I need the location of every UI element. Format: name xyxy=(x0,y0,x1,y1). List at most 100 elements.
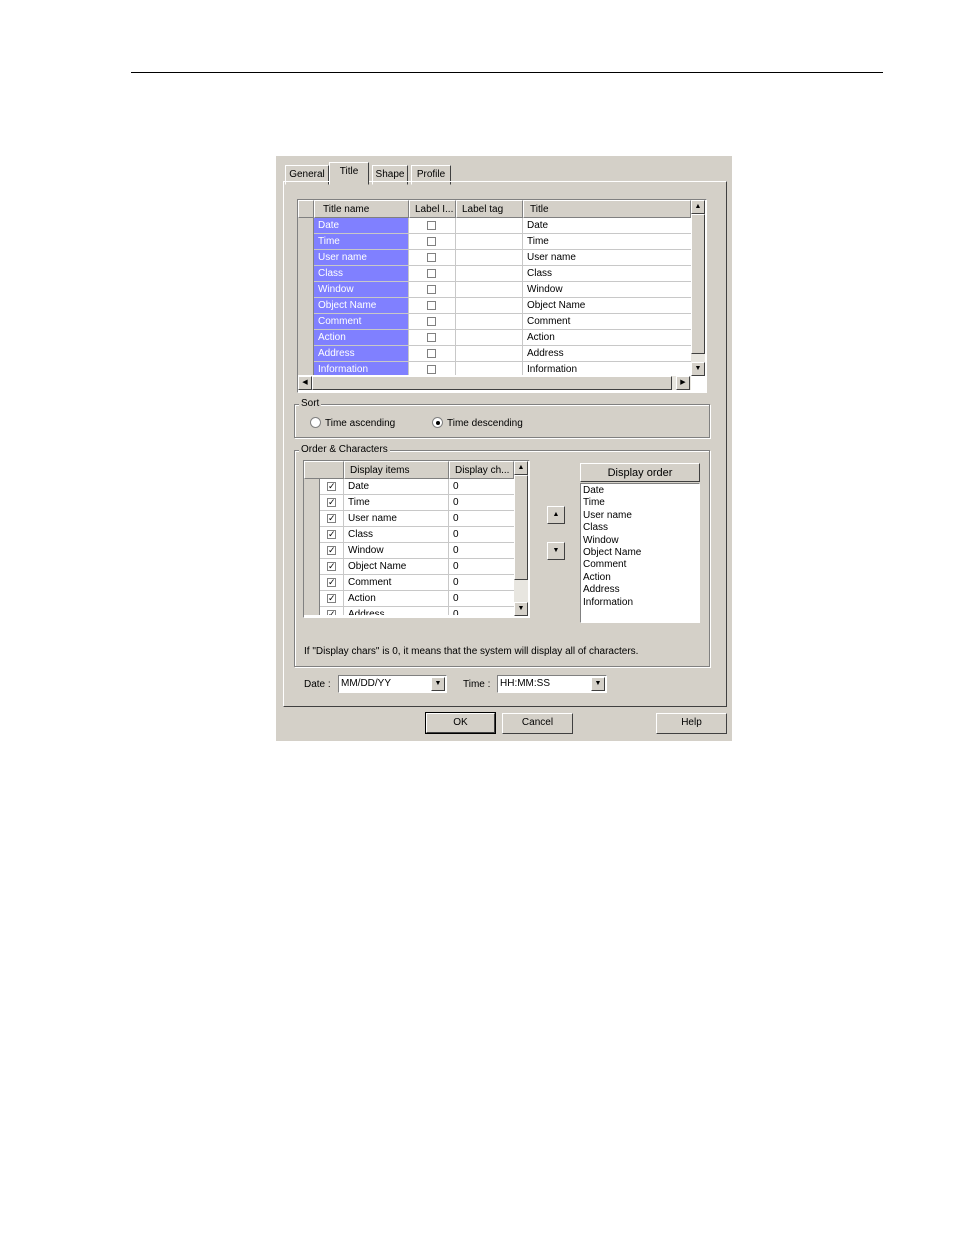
triangle-left-icon[interactable]: ◀ xyxy=(298,376,312,390)
display-check-cell[interactable] xyxy=(320,607,344,615)
title-cell[interactable]: Date xyxy=(523,218,691,234)
table-row[interactable]: Class Class xyxy=(298,266,691,282)
table-row[interactable]: Time Time xyxy=(298,234,691,250)
display-chars-cell[interactable]: 0 xyxy=(449,607,514,615)
label-i-cell[interactable] xyxy=(409,314,456,330)
radio-time-ascending[interactable] xyxy=(310,417,321,428)
label-i-cell[interactable] xyxy=(409,218,456,234)
label-i-cell[interactable] xyxy=(409,282,456,298)
checkbox[interactable] xyxy=(427,221,436,230)
time-format-select[interactable]: HH:MM:SS ▼ xyxy=(497,675,607,693)
triangle-down-icon[interactable]: ▼ xyxy=(691,362,705,376)
column-header-title[interactable]: Title xyxy=(523,200,691,218)
table-row[interactable]: Window0 xyxy=(304,543,514,559)
cancel-button[interactable]: Cancel xyxy=(502,713,573,734)
scroll-thumb[interactable] xyxy=(514,475,528,580)
help-button[interactable]: Help xyxy=(656,713,727,734)
checkbox[interactable] xyxy=(327,496,336,508)
title-cell[interactable]: Comment xyxy=(523,314,691,330)
title-cell[interactable]: Window xyxy=(523,282,691,298)
triangle-up-icon[interactable]: ▲ xyxy=(514,461,528,475)
title-cell[interactable]: Action xyxy=(523,330,691,346)
table-row[interactable]: Object Name Object Name xyxy=(298,298,691,314)
display-check-cell[interactable] xyxy=(320,575,344,591)
list-item[interactable]: Time xyxy=(581,497,699,509)
table-row[interactable]: Time0 xyxy=(304,495,514,511)
label-i-cell[interactable] xyxy=(409,298,456,314)
display-item-cell[interactable]: Time xyxy=(344,495,449,511)
title-name-cell[interactable]: Time xyxy=(314,234,409,250)
list-item[interactable]: Information xyxy=(581,597,699,609)
label-tag-cell[interactable] xyxy=(456,266,523,282)
list-item[interactable]: User name xyxy=(581,510,699,522)
title-name-cell[interactable]: Object Name xyxy=(314,298,409,314)
display-chars-cell[interactable]: 0 xyxy=(449,527,514,543)
triangle-up-icon[interactable]: ▲ xyxy=(691,200,705,214)
title-name-cell[interactable]: Date xyxy=(314,218,409,234)
checkbox[interactable] xyxy=(327,528,336,540)
table-row[interactable]: Window Window xyxy=(298,282,691,298)
checkbox[interactable] xyxy=(427,269,436,278)
label-i-cell[interactable] xyxy=(409,330,456,346)
checkbox[interactable] xyxy=(427,285,436,294)
list-item[interactable]: Class xyxy=(581,522,699,534)
table-row[interactable]: Class0 xyxy=(304,527,514,543)
label-tag-cell[interactable] xyxy=(456,218,523,234)
column-header-display-chars[interactable]: Display ch... xyxy=(449,461,514,479)
table-row[interactable]: Action Action xyxy=(298,330,691,346)
title-cell[interactable]: Information xyxy=(523,362,691,375)
title-grid-hscroll[interactable]: ◀ ▶ xyxy=(298,376,691,390)
label-tag-cell[interactable] xyxy=(456,346,523,362)
table-row[interactable]: Date Date xyxy=(298,218,691,234)
tab-title[interactable]: Title xyxy=(329,162,369,185)
title-name-cell[interactable]: Information xyxy=(314,362,409,375)
title-cell[interactable]: User name xyxy=(523,250,691,266)
display-check-cell[interactable] xyxy=(320,559,344,575)
column-header-display-items[interactable]: Display items xyxy=(344,461,449,479)
label-i-cell[interactable] xyxy=(409,234,456,250)
label-tag-cell[interactable] xyxy=(456,234,523,250)
display-item-cell[interactable]: Comment xyxy=(344,575,449,591)
checkbox[interactable] xyxy=(327,608,336,615)
radio-time-descending[interactable] xyxy=(432,417,443,428)
table-row[interactable]: Address0 xyxy=(304,607,514,615)
checkbox[interactable] xyxy=(427,333,436,342)
display-check-cell[interactable] xyxy=(320,527,344,543)
display-order-button[interactable]: Display order xyxy=(580,463,700,482)
column-header-label-tag[interactable]: Label tag xyxy=(456,200,523,218)
display-order-list[interactable]: Date Time User name Class Window Object Name C… xyxy=(580,483,700,623)
table-row[interactable]: Comment Comment xyxy=(298,314,691,330)
checkbox[interactable] xyxy=(427,301,436,310)
move-down-button[interactable]: ▼ xyxy=(547,542,565,560)
label-i-cell[interactable] xyxy=(409,250,456,266)
display-check-cell[interactable] xyxy=(320,495,344,511)
display-check-cell[interactable] xyxy=(320,543,344,559)
display-check-cell[interactable] xyxy=(320,591,344,607)
title-cell[interactable]: Address xyxy=(523,346,691,362)
title-name-cell[interactable]: User name xyxy=(314,250,409,266)
display-chars-cell[interactable]: 0 xyxy=(449,559,514,575)
label-i-cell[interactable] xyxy=(409,362,456,375)
column-header-label-i[interactable]: Label I... xyxy=(409,200,456,218)
display-item-cell[interactable]: Action xyxy=(344,591,449,607)
table-row[interactable]: Address Address xyxy=(298,346,691,362)
dropdown-arrow-icon[interactable]: ▼ xyxy=(431,677,445,691)
display-check-cell[interactable] xyxy=(320,511,344,527)
checkbox[interactable] xyxy=(427,365,436,374)
list-item[interactable]: Action xyxy=(581,572,699,584)
display-item-cell[interactable]: Object Name xyxy=(344,559,449,575)
display-chars-cell[interactable]: 0 xyxy=(449,479,514,495)
triangle-right-icon[interactable]: ▶ xyxy=(676,376,690,390)
display-chars-cell[interactable]: 0 xyxy=(449,511,514,527)
list-item[interactable]: Address xyxy=(581,584,699,596)
list-item[interactable]: Window xyxy=(581,535,699,547)
table-row[interactable]: User name User name xyxy=(298,250,691,266)
column-header-title-name[interactable]: Title name xyxy=(314,200,409,218)
scroll-thumb[interactable] xyxy=(312,376,672,390)
list-item[interactable]: Object Name xyxy=(581,547,699,559)
table-row[interactable]: User name0 xyxy=(304,511,514,527)
title-grid-vscroll[interactable]: ▲ ▼ xyxy=(691,200,705,376)
dropdown-arrow-icon[interactable]: ▼ xyxy=(591,677,605,691)
display-item-cell[interactable]: User name xyxy=(344,511,449,527)
title-cell[interactable]: Object Name xyxy=(523,298,691,314)
